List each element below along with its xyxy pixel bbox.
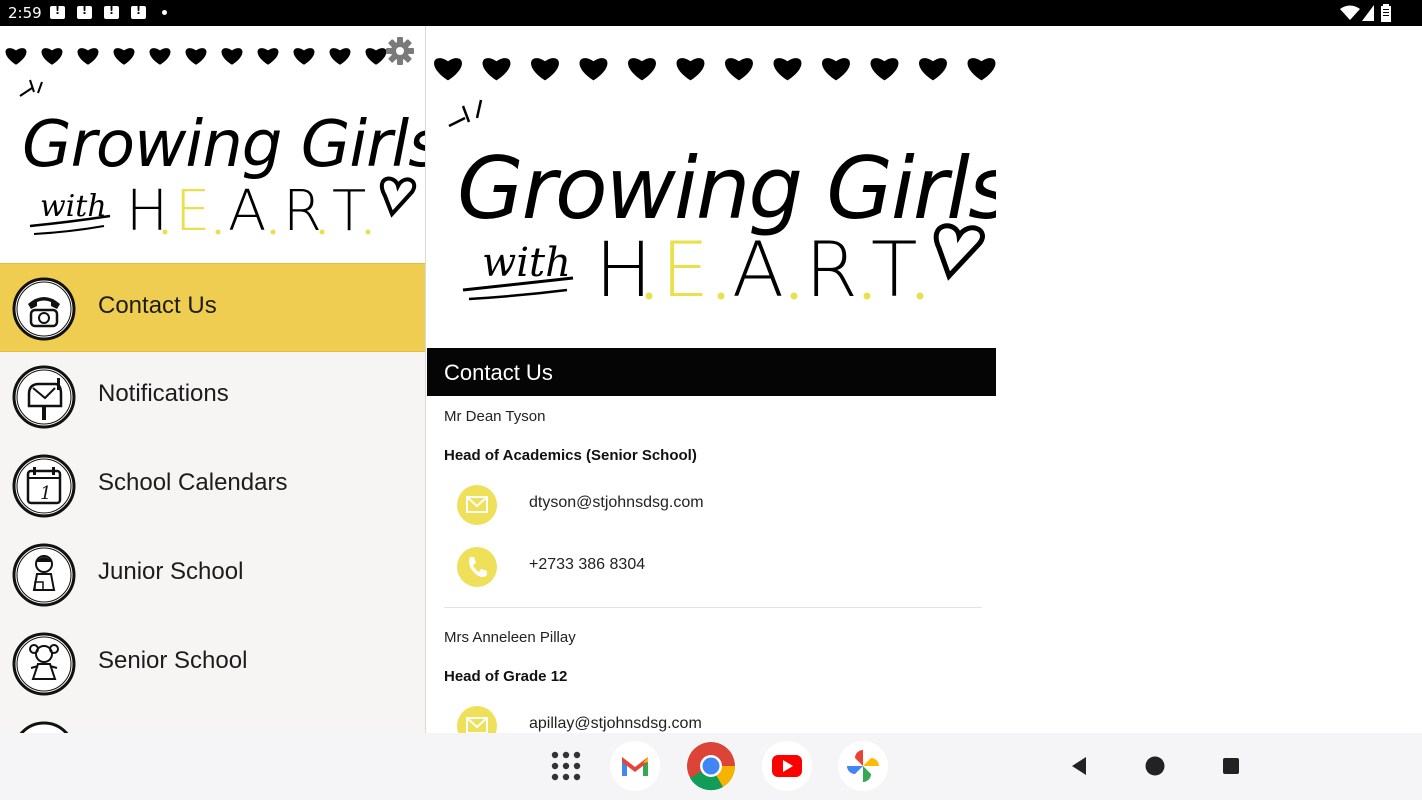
- photos-icon[interactable]: [838, 741, 888, 791]
- gmail-icon[interactable]: [610, 741, 660, 791]
- banner-letter-h: H: [126, 179, 168, 244]
- chrome-icon[interactable]: [686, 741, 736, 791]
- contact-phone[interactable]: +2733 386 8304: [529, 556, 645, 574]
- heart-decoration-icon: [482, 58, 511, 81]
- section-header: Contact Us: [427, 348, 996, 396]
- banner-letter-e: E: [175, 179, 210, 244]
- menu-item-label: School Calendars: [98, 469, 288, 496]
- heart-decoration-icon: [41, 48, 63, 65]
- navigation-drawer: Growing Girls with H E A R T Contact Us …: [0, 26, 426, 733]
- menu-item-notifications[interactable]: Notifications: [0, 352, 425, 441]
- mailbox-icon: [12, 365, 76, 429]
- notification-alert-icon: [50, 4, 65, 19]
- more-notifications-dot-icon: [162, 10, 167, 15]
- notification-alert-icon: [104, 4, 119, 19]
- notification-alert-icon: [131, 4, 146, 19]
- contact-name: Mrs Anneleen Pillay: [444, 629, 576, 646]
- heart-decoration-icon: [77, 48, 99, 65]
- heart-decoration-icon: [365, 48, 387, 65]
- banner-letter-a: A: [228, 179, 266, 244]
- banner-letter-r: R: [805, 225, 858, 314]
- contact-email[interactable]: apillay@stjohnsdsg.com: [529, 715, 702, 733]
- email-icon: [457, 706, 497, 733]
- menu-item-label: Junior School: [98, 558, 244, 585]
- status-time: 2:59: [8, 4, 42, 22]
- banner-letter-e: E: [661, 225, 709, 314]
- heart-decoration-icon: [185, 48, 207, 65]
- menu-item-contact-us[interactable]: Contact Us: [0, 263, 425, 352]
- heart-decoration-icon: [531, 58, 559, 81]
- heart-decoration-icon: [221, 48, 243, 65]
- calendar-icon: 1: [12, 454, 76, 518]
- email-icon: [457, 485, 497, 525]
- menu-item-icon: [19, 721, 69, 733]
- menu-item-partial[interactable]: [0, 708, 425, 733]
- status-bar: 2:59: [0, 0, 1422, 26]
- heart-decoration-icon: [773, 58, 802, 81]
- senior-girl-icon: [12, 632, 76, 696]
- menu-item-label: Contact Us: [98, 292, 217, 319]
- heart-decoration-icon: [434, 58, 462, 81]
- contact-name: Mr Dean Tyson: [444, 408, 546, 425]
- sidebar-banner-logo: Growing Girls with H E A R T: [0, 26, 426, 263]
- menu-item-school-calendars[interactable]: 1 School Calendars: [0, 441, 425, 530]
- contact-role: Head of Academics (Senior School): [444, 447, 697, 464]
- heart-decoration-icon: [725, 58, 753, 81]
- banner-letter-h: H: [595, 225, 652, 314]
- banner-letter-a: A: [732, 225, 784, 314]
- menu-item-label: Senior School: [98, 647, 248, 674]
- back-icon[interactable]: [1067, 753, 1093, 779]
- signal-icon: [1362, 5, 1374, 21]
- banner-letter-t: T: [871, 225, 917, 314]
- empty-detail-pane: [996, 26, 1422, 733]
- menu-item-senior-school[interactable]: Senior School: [0, 619, 425, 708]
- contact-phone-row[interactable]: +2733 386 8304: [444, 542, 964, 592]
- phone-icon: [457, 547, 497, 587]
- heart-decoration-icon: [149, 48, 171, 65]
- heart-decoration-icon: [113, 48, 135, 65]
- main-banner-logo: Growing Girls with H E A R T: [427, 26, 996, 348]
- recents-icon[interactable]: [1218, 753, 1244, 779]
- telephone-icon: [12, 277, 76, 341]
- banner-letter-t: T: [332, 179, 366, 244]
- junior-girl-icon: [12, 543, 76, 607]
- app-drawer-icon[interactable]: [541, 741, 591, 791]
- contact-us-page: Growing Girls with H E A R T Contact Us …: [427, 26, 996, 733]
- contact-email[interactable]: dtyson@stjohnsdsg.com: [529, 494, 704, 512]
- taskbar: [0, 733, 1422, 800]
- youtube-icon[interactable]: [762, 741, 812, 791]
- heart-decoration-icon: [967, 58, 996, 81]
- contact-role: Head of Grade 12: [444, 668, 568, 685]
- contact-divider: [444, 607, 982, 608]
- menu-item-junior-school[interactable]: Junior School: [0, 530, 425, 619]
- heart-decoration-icon: [329, 48, 351, 65]
- wifi-icon: [1340, 5, 1360, 20]
- battery-icon: [1381, 4, 1391, 22]
- heart-decoration-icon: [870, 58, 899, 81]
- heart-decoration-icon: [628, 58, 656, 81]
- menu-item-label: Notifications: [98, 380, 229, 407]
- svg-text:1: 1: [40, 483, 51, 504]
- heart-decoration-icon: [257, 48, 279, 65]
- heart-decoration-icon: [579, 58, 608, 81]
- section-title: Contact Us: [444, 360, 553, 385]
- heart-decoration-icon: [919, 58, 947, 81]
- heart-decoration-icon: [822, 58, 850, 81]
- heart-decoration-icon: [5, 48, 27, 65]
- hearts-border-icon: Growing Girls with H E A R T: [5, 48, 426, 244]
- banner-letter-r: R: [283, 179, 322, 244]
- heart-decoration-icon: [676, 58, 705, 81]
- settings-gear-icon[interactable]: [385, 36, 415, 66]
- home-icon[interactable]: [1142, 753, 1168, 779]
- contact-email-row[interactable]: apillay@stjohnsdsg.com: [444, 701, 964, 733]
- heart-decoration-icon: [293, 48, 315, 65]
- notification-alert-icon: [77, 4, 92, 19]
- contact-email-row[interactable]: dtyson@stjohnsdsg.com: [444, 480, 964, 530]
- banner-title: Growing Girls: [457, 139, 996, 239]
- hearts-border-icon: Growing Girls with H E A R T: [434, 58, 996, 314]
- banner-title: Growing Girls: [22, 108, 426, 182]
